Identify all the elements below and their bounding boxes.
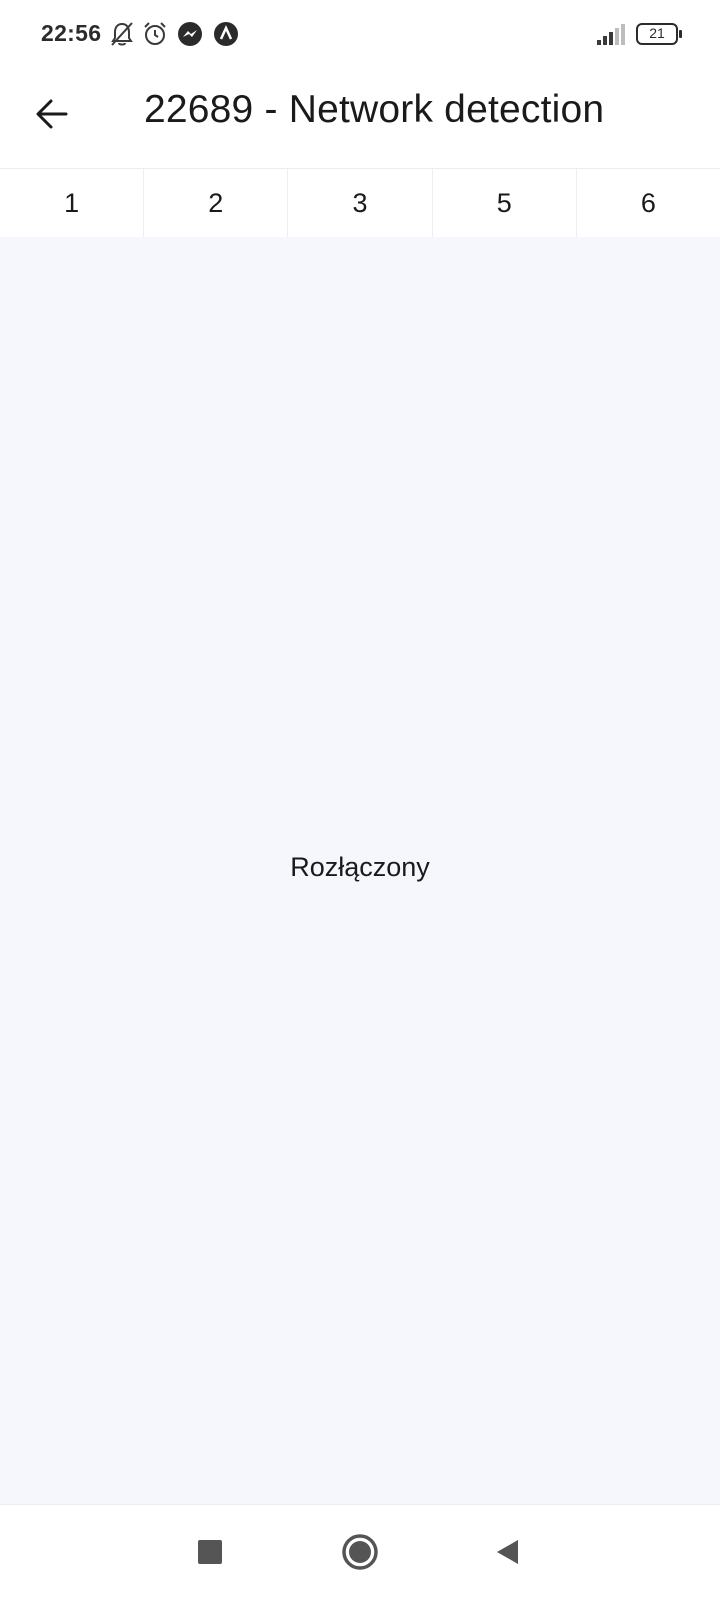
- tab-5[interactable]: 5: [432, 169, 577, 237]
- arrow-left-icon: [36, 99, 68, 129]
- app-header: 22689 - Network detection: [0, 68, 720, 169]
- bell-off-icon: [108, 20, 136, 48]
- page-title: 22689 - Network detection: [144, 88, 605, 131]
- connection-status-message: Rozłączony: [290, 852, 430, 882]
- tab-2[interactable]: 2: [144, 169, 289, 237]
- back-triangle-icon: [497, 1540, 518, 1564]
- home-circle-icon: [342, 1534, 378, 1570]
- battery-level: 21: [649, 25, 665, 41]
- status-bar: 22:56 21: [0, 0, 720, 68]
- back-button[interactable]: [28, 90, 76, 138]
- recents-button[interactable]: [185, 1527, 235, 1577]
- alarm-clock-icon: [141, 20, 169, 48]
- back-nav-button[interactable]: [483, 1527, 533, 1577]
- screen: 22:56 21 22689 - Network detection 1 2 3…: [0, 0, 720, 1600]
- tab-1[interactable]: 1: [0, 169, 145, 237]
- home-button[interactable]: [335, 1527, 385, 1577]
- tab-bar: 1 2 3 5 6: [0, 169, 720, 237]
- tab-3[interactable]: 3: [288, 169, 433, 237]
- tab-6[interactable]: 6: [576, 169, 720, 237]
- signal-bars-icon: [596, 22, 626, 51]
- app-notification-icon: [212, 20, 240, 48]
- recents-square-icon: [198, 1540, 222, 1564]
- status-time: 22:56: [41, 20, 102, 46]
- content-area: Rozłączony: [0, 237, 720, 1504]
- system-nav-bar: [0, 1504, 720, 1600]
- messenger-icon: [176, 20, 204, 48]
